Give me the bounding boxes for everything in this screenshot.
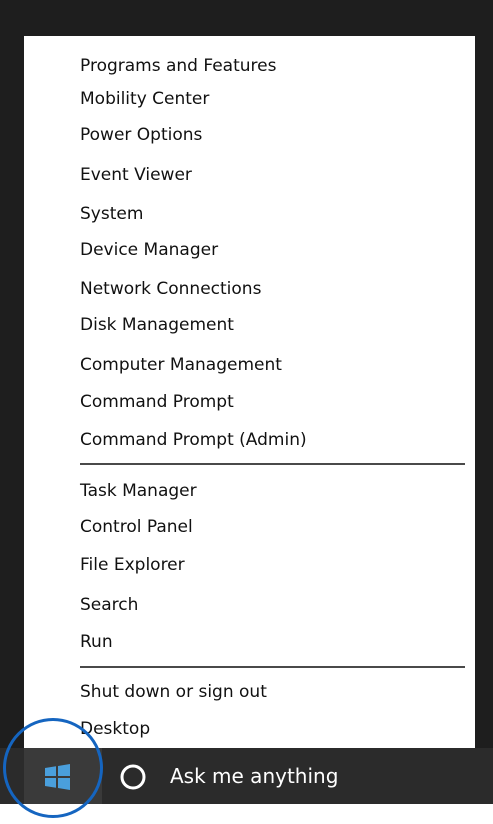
menu-item-desktop[interactable]: Desktop [80,714,150,744]
page-bottom-margin [0,804,493,824]
menu-item-system[interactable]: System [80,199,143,229]
menu-item-command-prompt-admin[interactable]: Command Prompt (Admin) [80,425,307,455]
menu-item-disk-management[interactable]: Disk Management [80,310,234,340]
menu-separator [80,666,465,668]
menu-item-event-viewer[interactable]: Event Viewer [80,160,192,190]
menu-item-command-prompt[interactable]: Command Prompt [80,387,234,417]
menu-item-control-panel[interactable]: Control Panel [80,512,193,542]
menu-item-run[interactable]: Run [80,627,113,657]
menu-item-network-connections[interactable]: Network Connections [80,274,261,304]
search-box-label[interactable]: Ask me anything [170,761,338,791]
menu-item-computer-management[interactable]: Computer Management [80,350,282,380]
menu-item-programs-and-features[interactable]: Programs and Features [80,51,276,81]
winx-context-menu: Programs and Features Mobility Center Po… [24,36,475,748]
menu-item-mobility-center[interactable]: Mobility Center [80,84,209,114]
menu-item-search[interactable]: Search [80,590,138,620]
menu-item-task-manager[interactable]: Task Manager [80,476,197,506]
cortana-circle-icon[interactable] [118,762,148,792]
menu-item-device-manager[interactable]: Device Manager [80,235,218,265]
menu-item-shut-down-or-sign-out[interactable]: Shut down or sign out [80,677,267,707]
windows-logo-icon[interactable] [43,762,73,792]
menu-item-power-options[interactable]: Power Options [80,120,202,150]
menu-separator [80,463,465,465]
menu-item-file-explorer[interactable]: File Explorer [80,550,185,580]
